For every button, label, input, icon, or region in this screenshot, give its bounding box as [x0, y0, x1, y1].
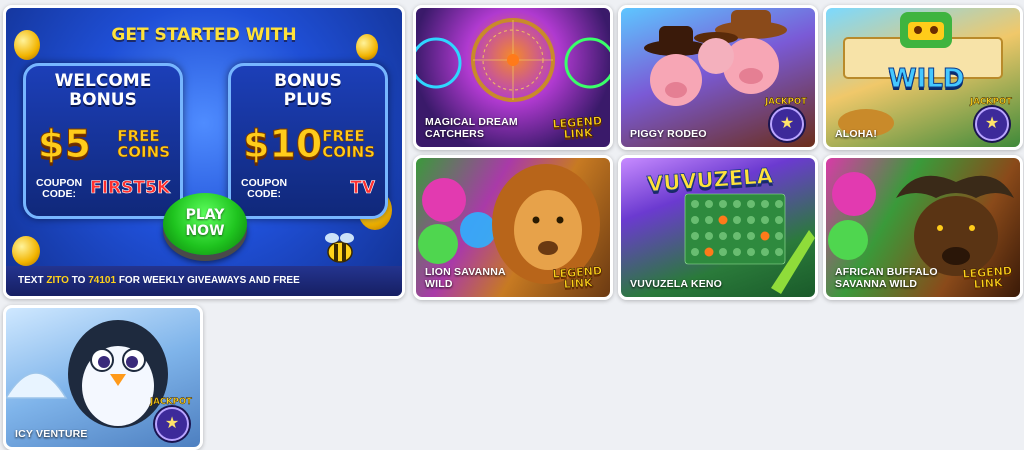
- game-tile-icy-venture[interactable]: ICY VENTURE ★ JACKPOT: [3, 305, 203, 450]
- game-title: ICY VENTURE: [15, 428, 88, 440]
- strip-text: TEXT: [18, 275, 44, 286]
- bonus-plus-box: BONUS PLUS $10 FREE COINS COUPON CODE: TV: [228, 63, 388, 219]
- bee-mascot-icon: [325, 233, 354, 263]
- game-tile-lion-savanna-wild[interactable]: LION SAVANNA WILD LEGEND LINK: [413, 155, 613, 300]
- legend-link-badge: LEGEND LINK: [962, 264, 1013, 292]
- game-title: AFRICAN BUFFALO SAVANNA WILD: [835, 266, 938, 290]
- game-tile-african-buffalo-savanna-wild[interactable]: AFRICAN BUFFALO SAVANNA WILD LEGEND LINK: [823, 155, 1023, 300]
- game-tile-magical-dream-catchers[interactable]: MAGICAL DREAM CATCHERS LEGEND LINK: [413, 5, 613, 150]
- star-icon: ★: [164, 415, 180, 432]
- code-label: CODE:: [42, 188, 76, 200]
- bonus-plus-line2: PLUS: [283, 90, 333, 110]
- legend-link-badge: LEGEND LINK: [552, 114, 603, 142]
- game-tile-vuvuzela-keno[interactable]: VUVUZELA VUVUZELA KENO: [618, 155, 818, 300]
- play-now-button[interactable]: PLAY NOW: [163, 193, 247, 255]
- game-tile-aloha[interactable]: WILD ALOHA! ★ JACKPOT: [823, 5, 1023, 150]
- wild-symbol-text: WILD: [888, 64, 966, 95]
- game-title: ALOHA!: [835, 128, 878, 140]
- legend-badge-line2: LINK: [972, 275, 1003, 292]
- jackpot-badge: ★ JACKPOT: [969, 97, 1013, 141]
- strip-number: 74101: [88, 275, 117, 286]
- jackpot-label: JACKPOT: [970, 97, 1012, 107]
- star-icon: ★: [984, 115, 1000, 132]
- welcome-bonus-line1: WELCOME: [54, 71, 152, 91]
- welcome-bonus-box: WELCOME BONUS $5 FREE COINS COUPON CODE: FI…: [23, 63, 183, 219]
- legend-badge-line2: LINK: [562, 275, 593, 292]
- gold-coin-decoration: [12, 236, 40, 266]
- game-title: MAGICAL DREAM CATCHERS: [425, 116, 518, 140]
- coupon-code: FIRST5K: [90, 178, 170, 199]
- strip-keyword: ZITO: [46, 275, 69, 286]
- game-title: VUVUZELA KENO: [630, 278, 723, 290]
- coins-label: COINS: [322, 143, 375, 161]
- welcome-bonus-banner[interactable]: GET STARTED WITH WELCOME BONUS $5 FREE COI…: [3, 5, 405, 299]
- legend-badge-line2: LINK: [562, 125, 593, 142]
- jackpot-label: JACKPOT: [765, 97, 807, 107]
- bonus-plus-line1: BONUS: [274, 71, 342, 91]
- code-label: CODE:: [247, 188, 281, 200]
- welcome-bonus-line2: BONUS: [69, 90, 137, 110]
- bonus-amount: $10: [242, 122, 323, 167]
- strip-text-end: FOR WEEKLY GIVEAWAYS AND FREE: [118, 275, 300, 286]
- star-icon: ★: [779, 115, 795, 132]
- bonus-amount: $5: [38, 122, 92, 167]
- game-tile-piggy-rodeo[interactable]: PIGGY RODEO ★ JACKPOT: [618, 5, 818, 150]
- strip-to: TO: [71, 275, 86, 286]
- coupon-code: TV: [350, 178, 375, 199]
- play-label: PLAY: [185, 207, 225, 223]
- game-title: PIGGY RODEO: [630, 128, 707, 140]
- jackpot-badge: ★ JACKPOT: [764, 97, 808, 141]
- legend-link-badge: LEGEND LINK: [552, 264, 603, 292]
- jackpot-label: JACKPOT: [150, 397, 192, 407]
- promo-title: GET STARTED WITH: [111, 25, 297, 45]
- now-label: NOW: [185, 223, 225, 239]
- sms-giveaway-strip: TEXT ZITO TO 74101 FOR WEEKLY GIVEAWAYS …: [6, 266, 402, 296]
- coins-label: COINS: [117, 143, 170, 161]
- jackpot-badge: ★ JACKPOT: [149, 397, 193, 441]
- game-title: LION SAVANNA WILD: [425, 266, 506, 290]
